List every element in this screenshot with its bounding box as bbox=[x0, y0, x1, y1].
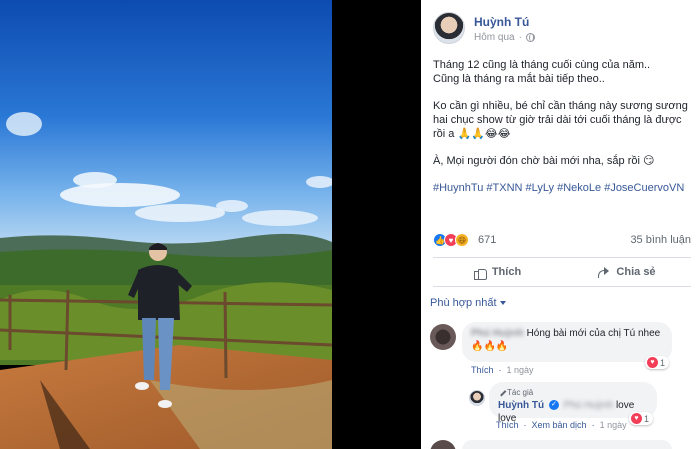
author-avatar[interactable] bbox=[433, 12, 465, 44]
like-button[interactable]: Thích bbox=[433, 258, 562, 286]
comment-bubble: Phú Huỳnh Hóng bài mới của chị Tú nhee 🔥… bbox=[462, 322, 672, 362]
share-button[interactable]: Chia sẻ bbox=[562, 258, 691, 286]
verified-icon: ✓ bbox=[548, 400, 559, 411]
reply-actions: Thích · Xem bản dịch · 1 ngày bbox=[496, 420, 627, 430]
post-photo[interactable] bbox=[0, 0, 332, 449]
reaction-count[interactable]: 671 bbox=[478, 234, 496, 246]
haha-icon: 😆 bbox=[455, 233, 469, 247]
post-time[interactable]: Hôm qua bbox=[474, 32, 515, 43]
commenter-avatar[interactable] bbox=[430, 324, 456, 350]
comment-actions: Thích · 1 ngày bbox=[471, 365, 534, 375]
reply-mention[interactable]: Phú Huỳnh bbox=[564, 399, 613, 412]
reply-time[interactable]: 1 ngày bbox=[600, 420, 627, 430]
post-paragraph: À, Mọi người đón chờ bài mới nha, sắp rồ… bbox=[433, 155, 655, 167]
comment-text: Hóng bài mới của chị Tú nhee bbox=[526, 328, 661, 339]
reply-author-name[interactable]: Huỳnh Tú bbox=[498, 400, 544, 411]
post-body: Tháng 12 cũng là tháng cuối cùng của năm… bbox=[433, 58, 691, 208]
comment-time[interactable]: 1 ngày bbox=[507, 365, 534, 375]
post-hashtags[interactable]: #HuynhTu #TXNN #LyLy #NekoLe #JoseCuervo… bbox=[433, 181, 691, 195]
post-panel: Huỳnh Tú Hôm qua · Tháng 12 cũng là thán… bbox=[421, 0, 699, 449]
reply-like-link[interactable]: Thích bbox=[496, 420, 519, 430]
photo-viewer bbox=[0, 0, 421, 449]
translate-link[interactable]: Xem bản dịch bbox=[532, 420, 587, 430]
pen-icon bbox=[496, 386, 507, 397]
share-icon bbox=[597, 266, 610, 278]
caret-down-icon bbox=[499, 301, 506, 306]
comment: Phú Huỳnh Hóng bài mới của chị Tú nhee 🔥… bbox=[421, 318, 699, 449]
comment-like-link[interactable]: Thích bbox=[471, 365, 494, 375]
comment-reaction-badge[interactable]: ♥ 1 bbox=[645, 356, 670, 369]
thumbs-up-icon bbox=[473, 266, 487, 280]
author-tag: Tác giả bbox=[496, 386, 648, 399]
comment-sort-dropdown[interactable]: Phù hợp nhất bbox=[430, 297, 506, 309]
action-bar: Thích Chia sẻ bbox=[433, 257, 691, 287]
reaction-summary[interactable]: 👍 ♥ 😆 671 35 bình luận bbox=[433, 233, 691, 249]
next-comment-bubble bbox=[462, 440, 672, 449]
author-name[interactable]: Huỳnh Tú bbox=[474, 15, 529, 29]
comment-emoji: 🔥🔥🔥 bbox=[471, 341, 509, 352]
globe-icon bbox=[525, 33, 535, 42]
photo-scene bbox=[0, 0, 332, 449]
commenter-name[interactable]: Phú Huỳnh bbox=[471, 327, 524, 340]
reaction-icons: 👍 ♥ 😆 bbox=[433, 233, 469, 247]
reply-avatar[interactable] bbox=[469, 390, 485, 406]
post-paragraph: Ko cần gì nhiều, bé chỉ cần tháng này sư… bbox=[433, 100, 688, 140]
heart-icon: ♥ bbox=[631, 413, 642, 424]
heart-icon: ♥ bbox=[647, 357, 658, 368]
post-paragraph: Tháng 12 cũng là tháng cuối cùng của năm… bbox=[433, 59, 651, 85]
post-header: Huỳnh Tú Hôm qua · bbox=[433, 12, 693, 48]
next-commenter-avatar[interactable] bbox=[430, 440, 456, 449]
comment-count[interactable]: 35 bình luận bbox=[630, 234, 691, 246]
post-meta: Hôm qua · bbox=[474, 32, 535, 43]
reply-reaction-badge[interactable]: ♥ 1 bbox=[629, 412, 654, 425]
